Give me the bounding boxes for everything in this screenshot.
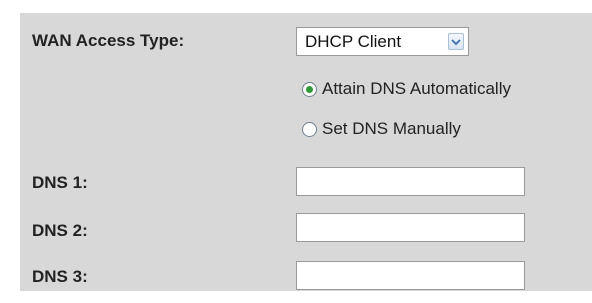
dns-1-label: DNS 1: — [32, 173, 88, 192]
dns-3-input[interactable] — [296, 261, 525, 290]
wan-access-type-select[interactable]: DHCP Client — [296, 27, 469, 56]
radio-selected-dot — [306, 85, 313, 93]
wan-settings-panel: WAN Access Type: DHCP Client Attain DNS … — [20, 13, 592, 291]
radio-label-attain-dns: Attain DNS Automatically — [322, 79, 511, 98]
wan-access-type-label: WAN Access Type: — [32, 31, 185, 50]
radio-unchecked-icon[interactable] — [302, 121, 317, 137]
radio-set-dns-manually[interactable]: Set DNS Manually — [302, 119, 461, 139]
dns-2-input[interactable] — [296, 213, 525, 242]
dropdown-button[interactable] — [448, 33, 464, 50]
dns-3-label: DNS 3: — [32, 267, 88, 286]
dns-1-input[interactable] — [296, 167, 525, 196]
radio-label-set-dns-manually: Set DNS Manually — [322, 119, 461, 138]
radio-checked-icon[interactable] — [302, 81, 317, 97]
dns-2-label: DNS 2: — [32, 221, 88, 240]
radio-attain-dns-automatically[interactable]: Attain DNS Automatically — [302, 79, 511, 99]
wan-access-type-value: DHCP Client — [305, 31, 402, 51]
chevron-down-icon — [451, 38, 461, 45]
